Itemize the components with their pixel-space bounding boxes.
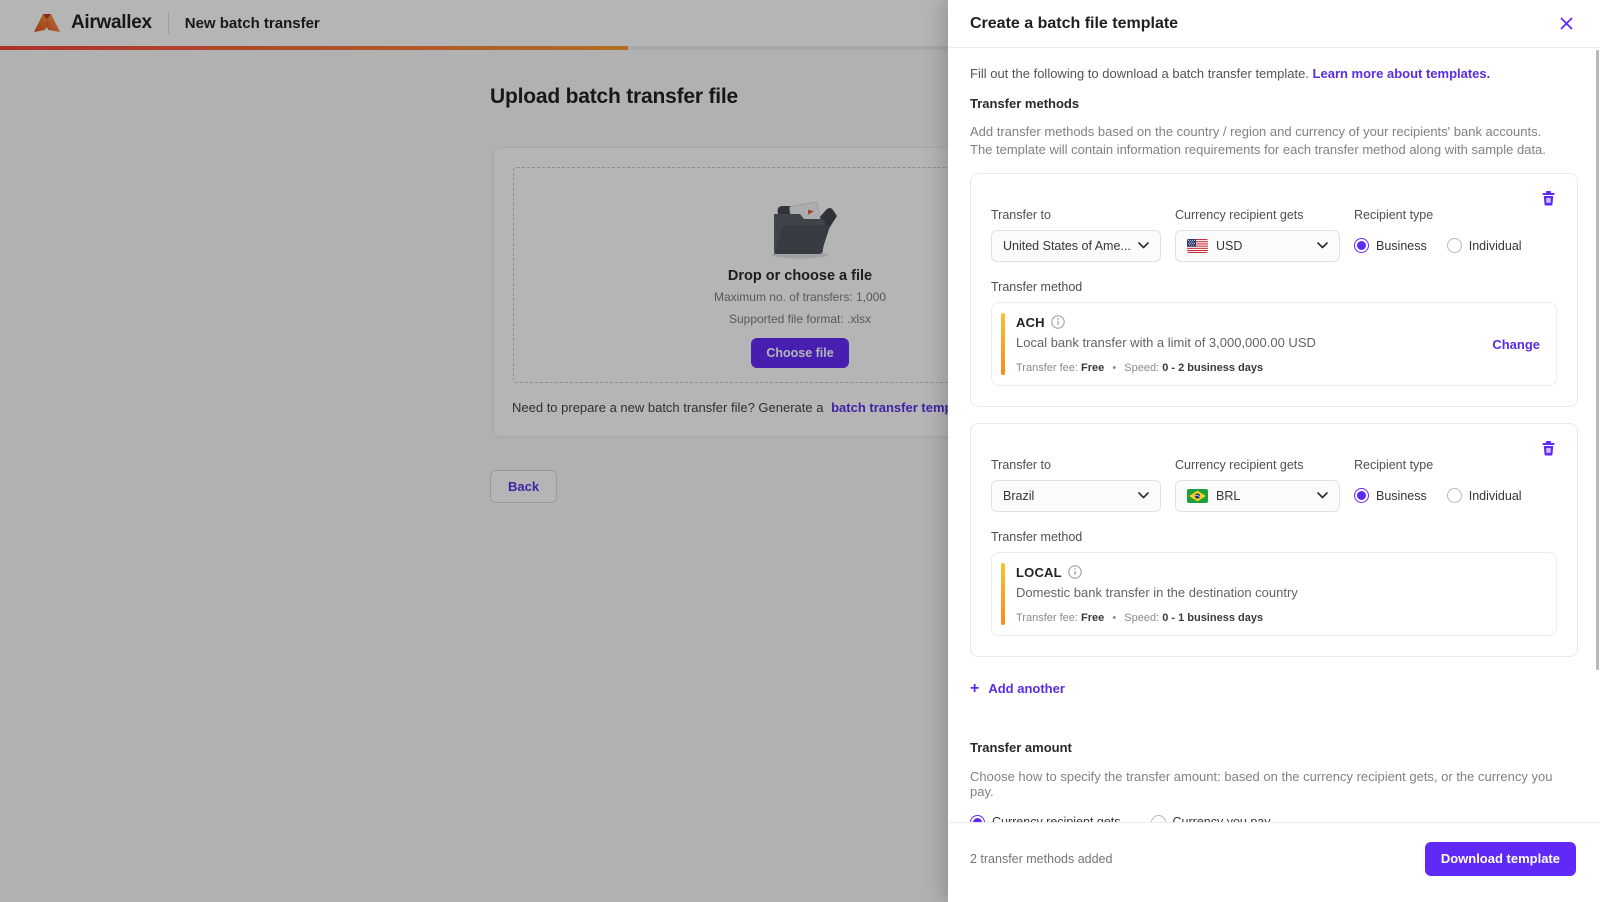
transfer-method-label: Transfer method	[991, 529, 1083, 544]
learn-more-link[interactable]: Learn more about templates.	[1313, 66, 1491, 81]
add-another-button[interactable]: + Add another	[970, 679, 1065, 697]
delete-icon[interactable]	[1539, 440, 1557, 458]
currency-you-pay-radio[interactable]: Currency you pay	[1150, 814, 1271, 822]
chevron-down-icon	[1138, 242, 1149, 249]
us-flag-icon	[1187, 238, 1208, 253]
country-select[interactable]: Brazil	[991, 479, 1161, 512]
currency-label: Currency recipient gets	[1175, 207, 1304, 222]
chevron-down-icon	[1138, 492, 1149, 499]
recipient-type-field: Recipient type Business Individual	[1354, 458, 1522, 512]
speed-value: 0 - 2 business days	[1162, 361, 1264, 374]
radio-selected-icon	[1354, 488, 1369, 504]
method-name: LOCAL	[1016, 564, 1062, 580]
business-radio-label: Business	[1376, 238, 1427, 253]
speed-label: Speed:	[1124, 361, 1160, 374]
download-template-button[interactable]: Download template	[1424, 841, 1576, 876]
radio-selected-icon	[970, 814, 985, 822]
drawer-body: Fill out the following to download a bat…	[948, 48, 1600, 822]
chevron-down-icon	[1317, 492, 1328, 499]
transfer-to-field: Transfer to United States of Ame...	[991, 208, 1161, 262]
country-select-value: United States of Ame...	[1003, 238, 1131, 253]
drawer-scrollbar[interactable]	[1596, 50, 1599, 670]
create-template-drawer: Create a batch file template Fill out th…	[948, 0, 1600, 902]
transfer-method-card-usd: Transfer to United States of Ame... Curr…	[970, 172, 1578, 407]
business-radio[interactable]: Business	[1354, 488, 1427, 504]
fee-label: Transfer fee:	[1016, 361, 1078, 374]
transfer-to-label: Transfer to	[991, 207, 1051, 222]
currency-select[interactable]: USD	[1175, 229, 1340, 262]
add-another-label: Add another	[988, 681, 1065, 697]
currency-you-pay-label: Currency you pay	[1173, 815, 1271, 822]
info-icon[interactable]	[1050, 315, 1065, 330]
transfer-amount-description: Choose how to specify the transfer amoun…	[970, 768, 1553, 799]
speed-label: Speed:	[1124, 611, 1160, 624]
method-description: Local bank transfer with a limit of 3,00…	[1016, 334, 1316, 350]
currency-field: Currency recipient gets USD	[1175, 208, 1340, 262]
radio-unselected-icon	[1446, 488, 1462, 504]
transfer-to-label: Transfer to	[991, 457, 1051, 472]
transfer-amount-heading: Transfer amount	[970, 739, 1072, 755]
method-description: Domestic bank transfer in the destinatio…	[1016, 584, 1298, 600]
fee-label: Transfer fee:	[1016, 611, 1078, 624]
individual-radio[interactable]: Individual	[1446, 238, 1522, 254]
chevron-down-icon	[1317, 242, 1328, 249]
radio-unselected-icon	[1446, 238, 1462, 254]
currency-select[interactable]: BRL	[1175, 479, 1340, 512]
separator: •	[1112, 611, 1117, 624]
methods-added-status: 2 transfer methods added	[970, 851, 1113, 866]
method-name: ACH	[1016, 314, 1045, 330]
country-select[interactable]: United States of Ame...	[991, 229, 1161, 262]
currency-recipient-gets-radio[interactable]: Currency recipient gets	[970, 814, 1121, 822]
transfer-methods-description: Add transfer methods based on the countr…	[970, 124, 1546, 157]
currency-recipient-gets-label: Currency recipient gets	[992, 815, 1121, 822]
change-method-link[interactable]: Change	[1492, 337, 1540, 352]
info-icon[interactable]	[1067, 565, 1082, 580]
radio-unselected-icon	[1150, 814, 1166, 822]
recipient-type-label: Recipient type	[1354, 457, 1434, 472]
method-fee-line: Transfer fee: Free • Speed: 0 - 1 busine…	[1016, 612, 1540, 624]
individual-radio-label: Individual	[1468, 488, 1522, 503]
app-window: Airwallex New batch transfer Upload batc…	[0, 0, 1600, 902]
fee-value: Free	[1081, 361, 1105, 374]
plus-icon: +	[970, 679, 980, 697]
country-select-value: Brazil	[1003, 488, 1035, 503]
method-fee-line: Transfer fee: Free • Speed: 0 - 2 busine…	[1016, 362, 1540, 374]
business-radio[interactable]: Business	[1354, 238, 1427, 254]
individual-radio[interactable]: Individual	[1446, 488, 1522, 504]
transfer-method-box-local: LOCAL Domestic bank transfer in the dest…	[991, 551, 1557, 636]
currency-label: Currency recipient gets	[1175, 457, 1304, 472]
close-icon[interactable]	[1554, 12, 1578, 36]
fee-value: Free	[1081, 611, 1105, 624]
transfer-methods-heading: Transfer methods	[970, 96, 1080, 111]
transfer-to-field: Transfer to Brazil	[991, 458, 1161, 512]
currency-select-value: USD	[1216, 238, 1243, 253]
business-radio-label: Business	[1376, 488, 1427, 503]
delete-icon[interactable]	[1539, 190, 1557, 208]
individual-radio-label: Individual	[1468, 238, 1522, 253]
transfer-method-card-brl: Transfer to Brazil Currency recipient ge…	[970, 422, 1578, 657]
radio-selected-icon	[1354, 238, 1369, 254]
drawer-title: Create a batch file template	[970, 14, 1179, 32]
drawer-header: Create a batch file template	[948, 0, 1600, 48]
recipient-type-field: Recipient type Business Individual	[1354, 208, 1522, 262]
speed-value: 0 - 1 business days	[1162, 611, 1264, 624]
separator: •	[1112, 361, 1117, 374]
br-flag-icon	[1187, 488, 1208, 503]
currency-field: Currency recipient gets BRL	[1175, 458, 1340, 512]
drawer-intro-text: Fill out the following to download a bat…	[970, 66, 1309, 81]
transfer-method-box-ach: ACH Local bank transfer with a limit of …	[991, 301, 1557, 386]
currency-select-value: BRL	[1216, 488, 1241, 503]
drawer-footer: 2 transfer methods added Download templa…	[948, 822, 1600, 902]
recipient-type-label: Recipient type	[1354, 207, 1434, 222]
transfer-method-label: Transfer method	[991, 279, 1083, 294]
